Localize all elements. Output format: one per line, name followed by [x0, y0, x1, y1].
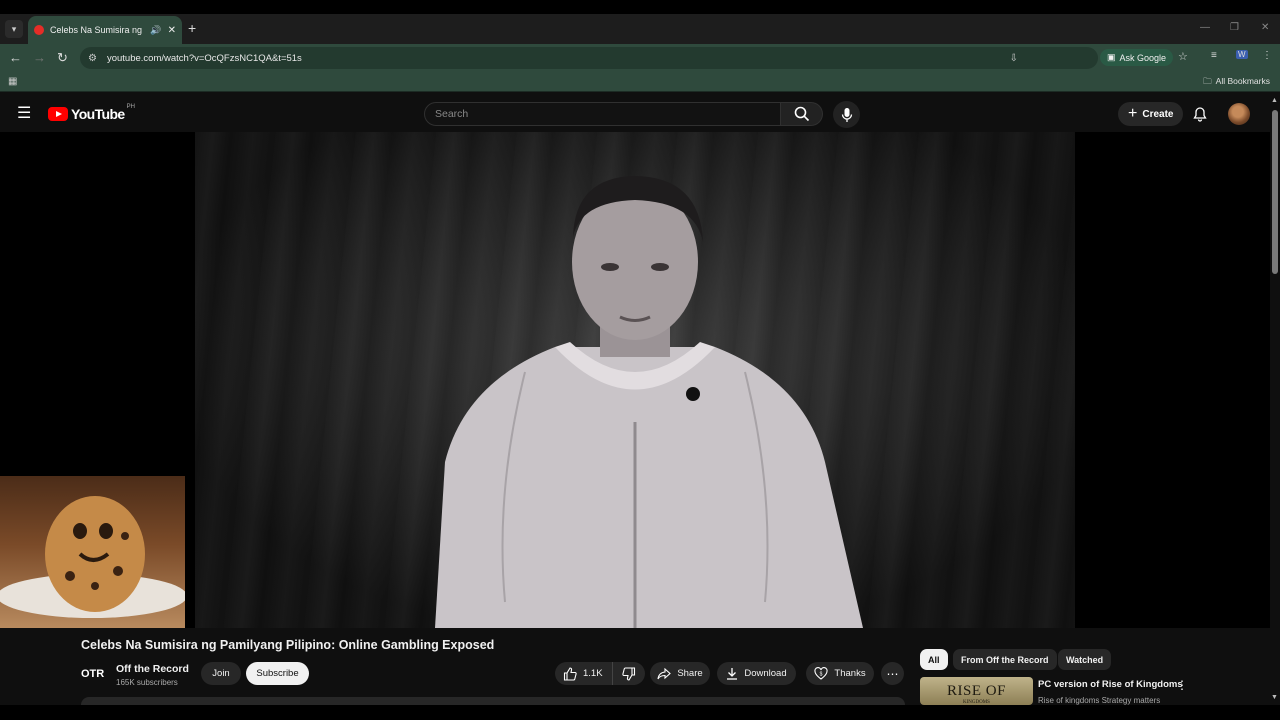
search-button[interactable] — [781, 102, 823, 126]
tab-strip: ▾ Celebs Na Sumisira ng Pam 🔊 ✕ + — ❐ ✕ — [0, 14, 1280, 44]
join-label: Join — [212, 668, 230, 679]
thanks-button[interactable]: $ Thanks — [806, 662, 874, 685]
recommendation-channel[interactable]: Rise of kingdoms Strategy matters — [1038, 696, 1160, 705]
minimize-icon[interactable]: — — [1200, 22, 1210, 33]
join-button[interactable]: Join — [201, 662, 241, 685]
browser-toolbar: ← → ↻ ⚙ youtube.com/watch?v=OcQFzsNC1QA&… — [0, 44, 1280, 72]
hamburger-menu-icon[interactable]: ☰ — [17, 106, 31, 122]
subscribe-label: Subscribe — [256, 668, 299, 679]
dislike-button[interactable] — [613, 666, 645, 681]
browser-menu-icon[interactable]: ⋮ — [1262, 50, 1272, 61]
recommendation-thumbnail[interactable]: RISE OF KINGDOMS — [920, 677, 1033, 705]
forward-icon[interactable]: → — [33, 50, 46, 65]
account-avatar[interactable] — [1228, 103, 1250, 125]
cookie-character-image — [0, 496, 185, 618]
scroll-up-arrow-icon[interactable]: ▲ — [1271, 97, 1278, 104]
site-info-icon[interactable]: ⚙ — [88, 53, 97, 64]
like-button[interactable]: 1.1K — [555, 662, 613, 685]
download-icon — [727, 668, 738, 680]
notifications-bell-icon[interactable] — [1192, 106, 1208, 127]
install-app-icon[interactable]: ⇩ — [1010, 53, 1018, 64]
create-button[interactable]: + Create — [1118, 102, 1184, 126]
search-placeholder: Search — [435, 108, 469, 120]
tab-title: Celebs Na Sumisira ng Pam — [50, 25, 144, 35]
reading-list-icon[interactable]: ≡ — [1211, 50, 1217, 61]
share-label: Share — [677, 668, 703, 679]
chip-all[interactable]: All — [920, 649, 948, 670]
bottom-edge — [0, 705, 1280, 720]
reload-icon[interactable]: ↻ — [57, 50, 68, 66]
top-edge — [0, 0, 1280, 14]
ask-google-label: Ask Google — [1119, 52, 1167, 63]
screen: ▾ Celebs Na Sumisira ng Pam 🔊 ✕ + — ❐ ✕ … — [0, 0, 1280, 720]
create-label: Create — [1142, 108, 1174, 120]
new-tab-button[interactable]: + — [188, 20, 196, 36]
folder-icon: 🗀 — [1203, 76, 1212, 86]
youtube-header: ☰ YouTube PH Search + Create — [0, 96, 1270, 132]
apps-grid-icon[interactable]: ▦ — [8, 76, 17, 87]
svg-text:$: $ — [820, 672, 823, 678]
channel-avatar[interactable]: OTR — [81, 663, 107, 685]
channel-name[interactable]: Off the Record — [116, 663, 189, 675]
thanks-label: Thanks — [834, 668, 866, 679]
lens-icon: ▣ — [1107, 52, 1116, 62]
video-title: Celebs Na Sumisira ng Pamilyang Pilipino… — [81, 638, 495, 652]
chip-watched[interactable]: Watched — [1058, 649, 1112, 670]
window-close-icon[interactable]: ✕ — [1261, 22, 1269, 33]
scrollbar-thumb[interactable] — [1272, 110, 1278, 274]
recommendation-menu-icon[interactable]: ⋮ — [1176, 678, 1188, 692]
tab-close-icon[interactable]: ✕ — [168, 25, 176, 36]
tab-search-button[interactable]: ▾ — [5, 20, 23, 38]
more-actions-icon[interactable]: ⋯ — [881, 662, 904, 685]
search-icon — [794, 106, 809, 122]
search-input[interactable]: Search — [424, 102, 781, 126]
mini-thumbnail-cookie[interactable] — [0, 476, 185, 628]
like-dislike-group: 1.1K — [555, 662, 645, 685]
audio-playing-icon[interactable]: 🔊 — [150, 25, 161, 36]
active-tab[interactable]: Celebs Na Sumisira ng Pam 🔊 ✕ — [28, 16, 182, 44]
share-icon — [657, 667, 672, 679]
youtube-play-icon — [48, 107, 68, 121]
extension-icon[interactable]: W — [1236, 50, 1248, 59]
plus-icon: + — [1128, 105, 1138, 122]
video-frame-speaker — [435, 176, 863, 628]
youtube-favicon-icon — [34, 25, 44, 35]
youtube-logo[interactable]: YouTube PH — [48, 104, 135, 122]
bookmarks-bar: ▦ 🗀 All Bookmarks — [0, 72, 1280, 92]
subscriber-count: 165K subscribers — [116, 678, 178, 687]
logo-text: YouTube — [71, 106, 125, 122]
thanks-heart-icon: $ — [814, 667, 828, 680]
url-text: youtube.com/watch?v=OcQFzsNC1QA&t=51s — [106, 52, 302, 64]
video-player[interactable] — [195, 132, 1075, 628]
like-count: 1.1K — [583, 668, 603, 679]
country-code: PH — [126, 104, 135, 110]
back-icon[interactable]: ← — [9, 50, 22, 65]
recommendation-title[interactable]: PC version of Rise of Kingdoms — [1038, 679, 1183, 690]
all-bookmarks-label: All Bookmarks — [1215, 76, 1270, 86]
ask-google-button[interactable]: ▣ Ask Google — [1100, 49, 1174, 66]
share-button[interactable]: Share — [650, 662, 710, 685]
all-bookmarks-button[interactable]: 🗀 All Bookmarks — [1203, 76, 1270, 90]
download-label: Download — [744, 668, 787, 679]
bookmark-star-icon[interactable]: ☆ — [1178, 50, 1188, 63]
address-bar[interactable]: ⚙ youtube.com/watch?v=OcQFzsNC1QA&t=51s … — [80, 47, 1098, 69]
restore-icon[interactable]: ❐ — [1230, 22, 1239, 33]
thumb-text: RISE OF — [947, 682, 1006, 699]
microphone-icon — [841, 107, 852, 122]
scroll-down-arrow-icon[interactable]: ▼ — [1271, 694, 1278, 701]
thumbs-up-icon — [563, 666, 577, 681]
download-button[interactable]: Download — [717, 662, 796, 685]
thumbs-down-icon — [622, 666, 636, 681]
subscribe-button[interactable]: Subscribe — [246, 662, 309, 685]
chip-from-channel[interactable]: From Off the Record — [953, 649, 1057, 670]
voice-search-button[interactable] — [833, 101, 860, 128]
